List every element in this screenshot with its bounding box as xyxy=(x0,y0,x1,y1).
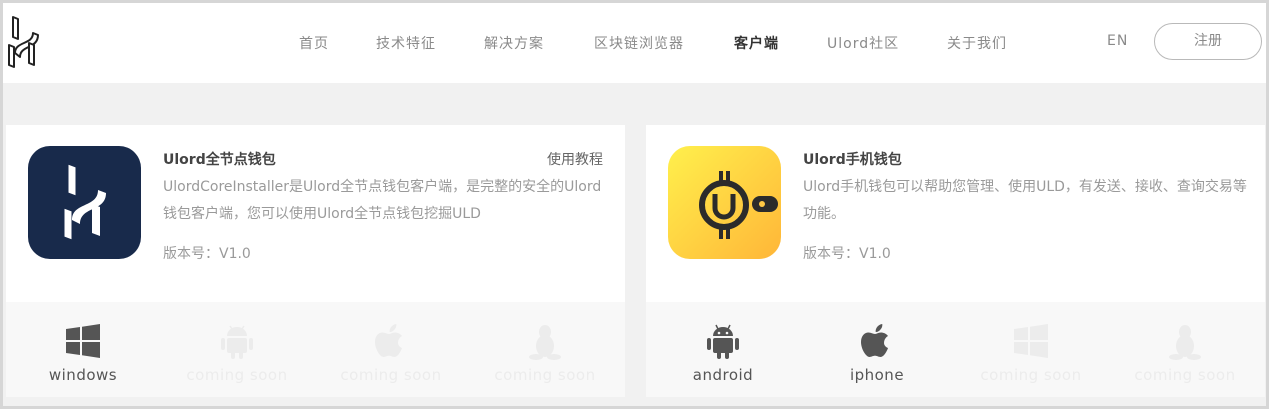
linux-icon xyxy=(529,325,561,360)
windows-icon xyxy=(66,324,100,358)
nav-item-community[interactable]: Ulord社区 xyxy=(827,33,899,53)
platform-label: android xyxy=(692,366,754,384)
card-version: 版本号：V1.0 xyxy=(163,246,251,262)
card-title: Ulord全节点钱包 xyxy=(163,152,276,168)
language-switch[interactable]: EN xyxy=(1107,33,1128,49)
platform-label: coming soon xyxy=(980,366,1082,384)
platform-label: coming soon xyxy=(186,366,288,384)
nav-item-client[interactable]: 客户端 xyxy=(734,33,779,53)
platform-android[interactable]: android xyxy=(646,302,800,397)
platform-iphone[interactable]: iphone xyxy=(800,302,954,397)
tutorial-link[interactable]: 使用教程 xyxy=(547,149,603,169)
platform-label: iphone xyxy=(849,366,905,384)
platform-bar: android iphone coming soon coming soon xyxy=(646,302,1265,397)
platform-linux: coming soon xyxy=(1108,302,1262,397)
card-description: UlordCoreInstaller是Ulord全节点钱包客户端，是完整的安全的… xyxy=(163,179,602,222)
linux-icon xyxy=(1169,325,1201,360)
android-icon xyxy=(707,324,739,359)
platform-label: windows xyxy=(48,366,118,384)
card-version: 版本号：V1.0 xyxy=(803,246,891,262)
apple-icon xyxy=(861,324,888,357)
platform-bar: windows coming soon coming soon coming s… xyxy=(6,302,625,397)
platform-windows[interactable]: windows xyxy=(6,302,160,397)
android-icon xyxy=(221,325,253,359)
platform-windows: coming soon xyxy=(954,302,1108,397)
ulord-logo-icon[interactable] xyxy=(5,13,41,71)
register-button[interactable]: 注册 xyxy=(1154,23,1262,60)
nav-item-about-us[interactable]: 关于我们 xyxy=(947,33,1007,53)
nav-item-tech-features[interactable]: 技术特征 xyxy=(376,33,436,53)
platform-apple: coming soon xyxy=(314,302,468,397)
nav-item-solutions[interactable]: 解决方案 xyxy=(484,33,544,53)
ulord-logo-icon xyxy=(28,146,141,259)
header: 首页 技术特征 解决方案 区块链浏览器 客户端 Ulord社区 关于我们 EN … xyxy=(3,3,1266,83)
card-description: Ulord手机钱包可以帮助您管理、使用ULD，有发送、接收、查询交易等功能。 xyxy=(803,179,1247,222)
platform-label: coming soon xyxy=(1134,366,1236,384)
mobile-wallet-card: Ulord手机钱包 Ulord手机钱包可以帮助您管理、使用ULD，有发送、接收、… xyxy=(646,125,1265,397)
page-frame: 首页 技术特征 解决方案 区块链浏览器 客户端 Ulord社区 关于我们 EN … xyxy=(3,3,1266,406)
platform-label: coming soon xyxy=(340,366,442,384)
platform-label: coming soon xyxy=(494,366,596,384)
windows-icon xyxy=(1014,324,1048,358)
platform-linux: coming soon xyxy=(468,302,622,397)
nav-item-blockchain-explorer[interactable]: 区块链浏览器 xyxy=(594,33,684,53)
card-title: Ulord手机钱包 xyxy=(803,152,902,168)
nav-item-home[interactable]: 首页 xyxy=(299,33,329,53)
platform-android: coming soon xyxy=(160,302,314,397)
ulord-wallet-icon xyxy=(668,146,781,259)
full-node-wallet-card: Ulord全节点钱包 使用教程 UlordCoreInstaller是Ulord… xyxy=(6,125,625,397)
apple-icon xyxy=(375,324,402,357)
